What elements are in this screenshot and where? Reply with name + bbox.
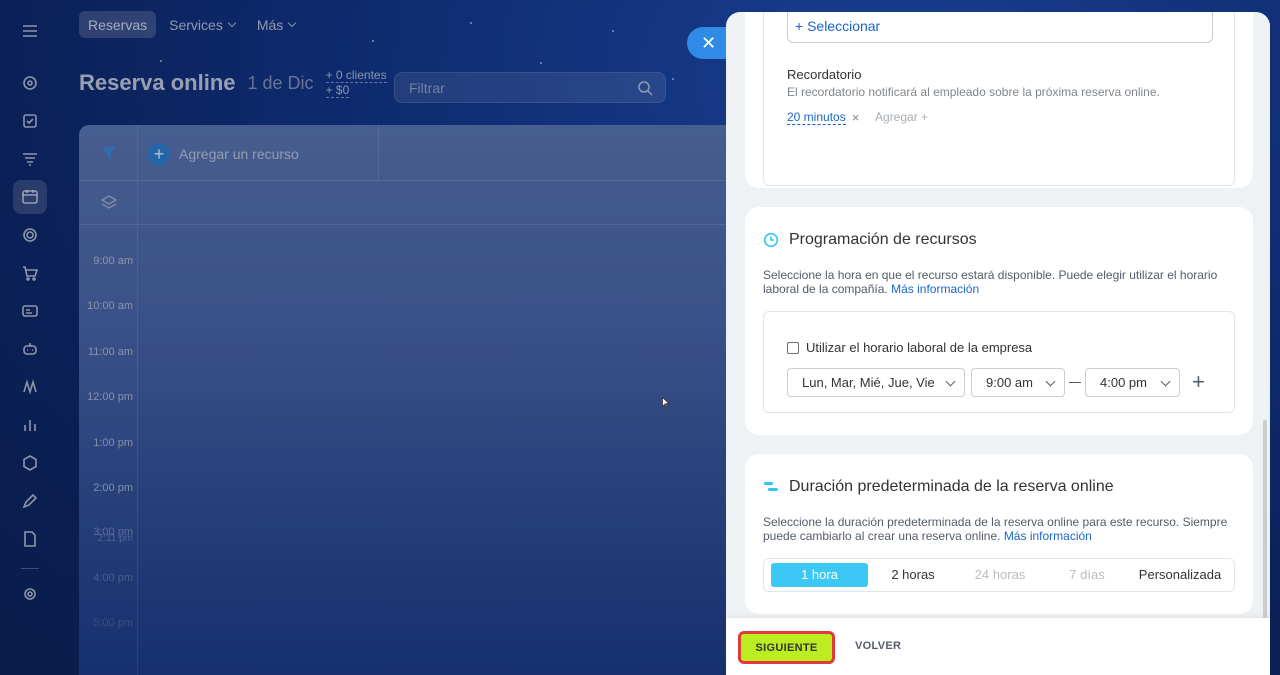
duration-bars-icon xyxy=(764,482,778,491)
duration-option-24-horas[interactable]: 24 horas xyxy=(958,563,1042,587)
duration-option-personalizada[interactable]: Personalizada xyxy=(1132,563,1228,587)
chevron-down-icon xyxy=(1045,376,1056,387)
employees-inner-box: + Seleccionar Recordatorio El recordator… xyxy=(763,12,1235,186)
schedule-inner-box: Utilizar el horario laboral de la empres… xyxy=(763,311,1235,413)
use-company-hours-checkbox[interactable] xyxy=(787,341,799,354)
panel-scrollbar[interactable] xyxy=(1263,420,1267,630)
schedule-description: Seleccione la hora en que el recurso est… xyxy=(763,268,1218,296)
resource-schedule-card: Programación de recursos Seleccione la h… xyxy=(745,207,1253,435)
close-icon: ✕ xyxy=(701,32,717,53)
mouse-cursor-icon xyxy=(662,397,670,408)
reminder-title: Recordatorio xyxy=(787,67,862,82)
panel-footer: SIGUIENTE VOLVER xyxy=(726,618,1270,675)
days-select[interactable]: Lun, Mar, Mié, Jue, Vie xyxy=(787,368,965,397)
end-time-select[interactable]: 4:00 pm xyxy=(1085,368,1180,397)
start-time-select[interactable]: 9:00 am xyxy=(971,368,1065,397)
back-button[interactable]: VOLVER xyxy=(855,640,901,652)
reminder-value-chip[interactable]: 20 minutos × xyxy=(787,110,859,125)
duration-option-7-dias[interactable]: 7 días xyxy=(1042,563,1132,587)
duration-option-1-hora[interactable]: 1 hora xyxy=(771,563,868,587)
schedule-more-info-link[interactable]: Más información xyxy=(891,282,979,296)
time-range-dash xyxy=(1069,382,1081,383)
duration-option-2-horas[interactable]: 2 horas xyxy=(868,563,958,587)
booking-settings-panel: + Seleccionar Recordatorio El recordator… xyxy=(726,12,1270,675)
add-schedule-plus-icon[interactable]: + xyxy=(1192,371,1205,393)
duration-title: Duración predeterminada de la reserva on… xyxy=(763,478,1114,496)
add-reminder-button[interactable]: Agregar + xyxy=(875,110,928,124)
default-duration-card: Duración predeterminada de la reserva on… xyxy=(745,454,1253,614)
schedule-title: Programación de recursos xyxy=(763,231,977,249)
duration-segmented-control: 1 hora 2 horas 24 horas 7 días Personali… xyxy=(763,558,1235,592)
next-button[interactable]: SIGUIENTE xyxy=(738,631,835,664)
use-company-hours-row[interactable]: Utilizar el horario laboral de la empres… xyxy=(787,340,1032,355)
remove-icon[interactable]: × xyxy=(852,110,860,125)
reminder-description: El recordatorio notificará al empleado s… xyxy=(787,85,1160,99)
chevron-down-icon xyxy=(945,376,956,387)
duration-description: Seleccione la duración predeterminada de… xyxy=(763,515,1228,543)
clock-icon xyxy=(763,232,779,248)
select-employee-field[interactable]: + Seleccionar xyxy=(787,12,1213,43)
employees-card: + Seleccionar Recordatorio El recordator… xyxy=(745,12,1253,188)
duration-more-info-link[interactable]: Más información xyxy=(1004,529,1092,543)
reminder-value[interactable]: 20 minutos xyxy=(787,110,846,125)
chevron-down-icon xyxy=(1160,376,1171,387)
